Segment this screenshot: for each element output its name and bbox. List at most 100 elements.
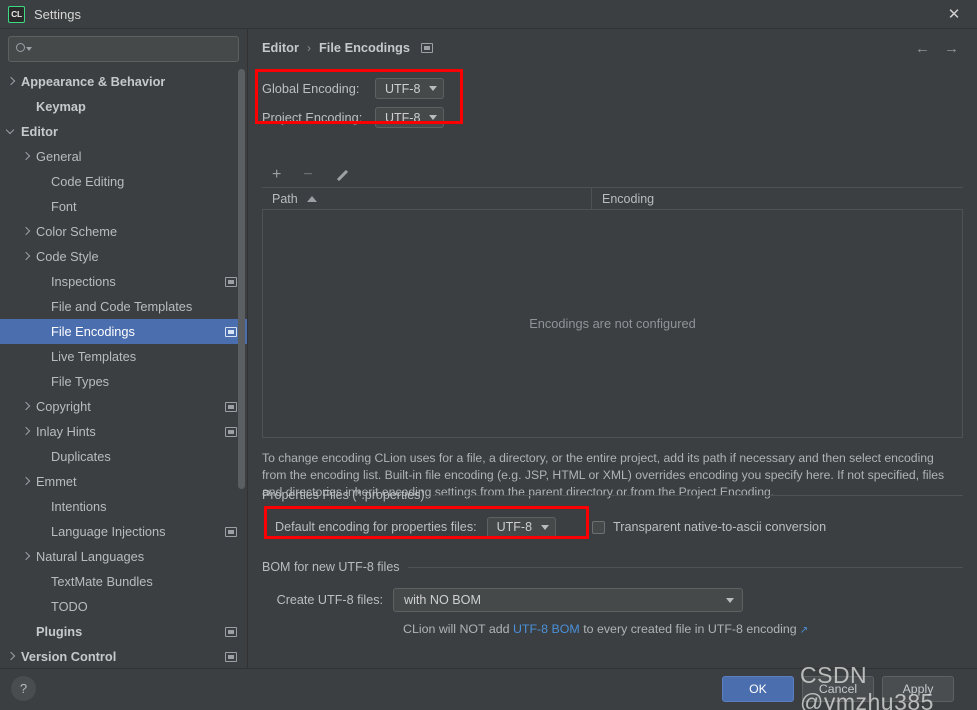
default-properties-encoding-dropdown[interactable]: UTF-8 [486, 516, 557, 538]
sidebar-item-label: Language Injections [51, 524, 166, 539]
transparent-conversion-row[interactable]: Transparent native-to-ascii conversion [592, 520, 826, 534]
sidebar-item-emmet[interactable]: Emmet [0, 469, 247, 494]
chevron-down-icon[interactable] [6, 126, 17, 137]
sidebar-item-label: Code Style [36, 249, 99, 264]
search-input[interactable] [32, 38, 238, 60]
sidebar-item-natural-languages[interactable]: Natural Languages [0, 544, 247, 569]
sidebar-item-todo[interactable]: TODO [0, 594, 247, 619]
sidebar-item-font[interactable]: Font [0, 194, 247, 219]
search-container [0, 29, 247, 68]
sidebar-item-code-editing[interactable]: Code Editing [0, 169, 247, 194]
cancel-button[interactable]: Cancel [802, 676, 874, 702]
settings-tree: Appearance & Behavior Keymap Editor General… [0, 69, 247, 669]
external-link-icon[interactable]: ↗ [800, 625, 808, 636]
sidebar-item-code-style[interactable]: Code Style [0, 244, 247, 269]
chevron-placeholder-icon [36, 451, 47, 462]
sidebar-item-version-control[interactable]: Version Control [0, 644, 247, 669]
sidebar-item-live-templates[interactable]: Live Templates [0, 344, 247, 369]
sidebar-scroll-thumb[interactable] [238, 69, 245, 489]
remove-button[interactable]: − [303, 167, 312, 183]
chevron-placeholder-icon [36, 601, 47, 612]
project-scope-icon [225, 526, 237, 537]
edit-pencil-icon[interactable] [335, 168, 349, 182]
bom-section: BOM for new UTF-8 files Create UTF-8 fil… [262, 560, 963, 636]
chevron-placeholder-icon [36, 576, 47, 587]
project-encoding-dropdown[interactable]: UTF-8 [375, 107, 445, 128]
search-box[interactable] [8, 36, 239, 62]
project-scope-icon [225, 276, 237, 287]
sidebar-item-copyright[interactable]: Copyright [0, 394, 247, 419]
create-utf8-files-dropdown[interactable]: with NO BOM [393, 588, 743, 612]
back-arrow-icon[interactable]: ← [915, 40, 930, 57]
sidebar-item-plugins[interactable]: Plugins [0, 619, 247, 644]
breadcrumb-leaf: File Encodings [318, 40, 410, 55]
sidebar-item-label: TextMate Bundles [51, 574, 153, 589]
chevron-placeholder-icon [21, 626, 32, 637]
global-encoding-value: UTF-8 [385, 81, 421, 96]
sidebar-item-inlay-hints[interactable]: Inlay Hints [0, 419, 247, 444]
window-title: Settings [34, 6, 81, 22]
add-button[interactable]: + [272, 167, 281, 183]
sidebar-item-appearance-behavior[interactable]: Appearance & Behavior [0, 69, 247, 94]
project-scope-icon [225, 326, 237, 337]
transparent-conversion-checkbox[interactable] [592, 520, 606, 534]
project-encoding-row: Project Encoding: UTF-8 [262, 103, 445, 132]
breadcrumb-separator: › [306, 40, 311, 55]
chevron-right-icon[interactable] [21, 251, 32, 262]
chevron-right-icon[interactable] [6, 76, 17, 87]
sidebar-item-duplicates[interactable]: Duplicates [0, 444, 247, 469]
section-rule [407, 566, 963, 568]
section-rule [432, 494, 963, 496]
sidebar-item-file-encodings[interactable]: File Encodings [0, 319, 247, 344]
create-utf8-files-label: Create UTF-8 files: [276, 593, 383, 607]
sidebar-item-intentions[interactable]: Intentions [0, 494, 247, 519]
apply-button[interactable]: Apply [882, 676, 954, 702]
sidebar-item-label: File Encodings [51, 324, 135, 339]
sidebar-item-file-types[interactable]: File Types [0, 369, 247, 394]
column-header-encoding[interactable]: Encoding [592, 188, 654, 209]
utf8-bom-link[interactable]: UTF-8 BOM [513, 622, 580, 636]
chevron-right-icon[interactable] [21, 476, 32, 487]
chevron-right-icon[interactable] [21, 151, 32, 162]
properties-files-section: Properties Files (*.properties) Default … [262, 488, 963, 539]
chevron-right-icon[interactable] [21, 551, 32, 562]
chevron-placeholder-icon [36, 501, 47, 512]
chevron-right-icon[interactable] [21, 401, 32, 412]
chevron-right-icon[interactable] [6, 651, 17, 662]
project-scope-icon [225, 626, 237, 637]
column-header-path-label: Path [272, 191, 298, 206]
help-button[interactable]: ? [11, 676, 36, 701]
close-icon[interactable]: ✕ [931, 0, 977, 28]
create-utf8-files-row: Create UTF-8 files: with NO BOM [262, 588, 963, 612]
sidebar-item-file-and-code-templates[interactable]: File and Code Templates [0, 294, 247, 319]
sidebar-item-label: Color Scheme [36, 224, 118, 239]
sidebar-item-textmate-bundles[interactable]: TextMate Bundles [0, 569, 247, 594]
ok-button[interactable]: OK [722, 676, 794, 702]
sidebar-item-label: File and Code Templates [51, 299, 193, 314]
sidebar-item-editor[interactable]: Editor [0, 119, 247, 144]
sidebar-item-label: Version Control [21, 649, 117, 664]
global-encoding-label: Global Encoding: [262, 81, 360, 96]
chevron-right-icon[interactable] [21, 226, 32, 237]
sidebar-item-inspections[interactable]: Inspections [0, 269, 247, 294]
main-panel: Editor › File Encodings ← → Global Encod… [248, 29, 977, 668]
chevron-placeholder-icon [36, 351, 47, 362]
sidebar-item-label: Plugins [36, 624, 83, 639]
global-encoding-dropdown[interactable]: UTF-8 [375, 78, 445, 99]
project-scope-icon [420, 42, 433, 53]
sidebar-item-language-injections[interactable]: Language Injections [0, 519, 247, 544]
chevron-right-icon[interactable] [21, 426, 32, 437]
column-header-path[interactable]: Path [262, 188, 592, 209]
sidebar-scrollbar[interactable] [238, 29, 246, 668]
table-empty-message: Encodings are not configured [529, 316, 696, 331]
sidebar-item-color-scheme[interactable]: Color Scheme [0, 219, 247, 244]
bom-hint-prefix: CLion will NOT add [403, 622, 513, 636]
sidebar-item-label: Emmet [36, 474, 77, 489]
sidebar-item-keymap[interactable]: Keymap [0, 94, 247, 119]
sidebar-item-general[interactable]: General [0, 144, 247, 169]
chevron-down-icon [541, 524, 550, 530]
sidebar-item-label: Intentions [51, 499, 107, 514]
transparent-conversion-label: Transparent native-to-ascii conversion [613, 520, 827, 534]
forward-arrow-icon[interactable]: → [944, 40, 959, 57]
breadcrumb-root[interactable]: Editor [262, 40, 299, 55]
